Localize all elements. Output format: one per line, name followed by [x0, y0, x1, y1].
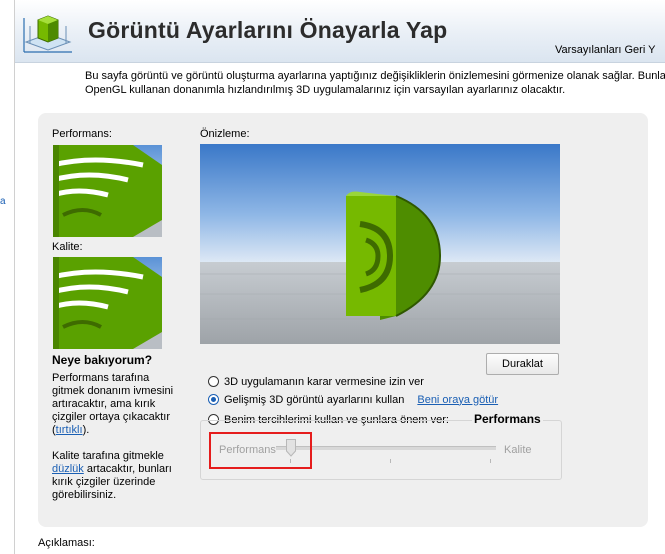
perf-text-end: ).	[82, 424, 90, 436]
slider-right-label: Kalite	[504, 444, 532, 456]
slider-group-title: Performans	[472, 412, 543, 426]
radio-circle-selected[interactable]	[208, 394, 219, 405]
slider-tick	[390, 459, 391, 463]
take-me-there-link[interactable]: Beni oraya götür	[417, 394, 498, 406]
performance-explanation: Performans tarafına gitmek donanım ivmes…	[52, 372, 177, 437]
preview-label: Önizleme:	[200, 128, 250, 140]
radio-use-advanced[interactable]: Gelişmiş 3D görüntü ayarlarını kullan Be…	[208, 392, 498, 407]
slider-tick	[490, 459, 491, 463]
jagged-link[interactable]: tırtıklı	[56, 424, 83, 436]
page-title: Görüntü Ayarlarını Önayarla Yap	[88, 17, 448, 43]
page-description: Bu sayfa görüntü ve görüntü oluşturma ay…	[85, 69, 665, 97]
performance-label: Performans:	[52, 128, 112, 140]
nvidia-3d-settings-icon	[23, 15, 72, 53]
description-footer-label: Açıklaması:	[38, 537, 95, 549]
radio-circle[interactable]	[208, 376, 219, 387]
highlight-box	[209, 432, 312, 469]
sidebar-edge-glyph: a	[0, 196, 6, 207]
quality-explanation: Kalite tarafına gitmekle düzlük artacakt…	[52, 450, 177, 502]
smoothness-link[interactable]: düzlük	[52, 463, 84, 475]
left-sidebar: a	[0, 0, 15, 554]
description-line-2: OpenGL kullanan donanımla hızlandırılmış…	[85, 84, 566, 96]
radio-use-advanced-label: Gelişmiş 3D görüntü ayarlarını kullan	[224, 393, 405, 406]
performance-thumbnail	[53, 145, 162, 237]
description-line-1: Bu sayfa görüntü ve görüntü oluşturma ay…	[85, 70, 665, 82]
radio-let-app-decide-label: 3D uygulamanın karar vermesine izin ver	[224, 375, 424, 388]
quality-thumbnail	[53, 257, 162, 349]
pause-button[interactable]: Duraklat	[486, 353, 559, 375]
radio-let-app-decide[interactable]: 3D uygulamanın karar vermesine izin ver	[208, 374, 424, 389]
qual-text: Kalite tarafına gitmekle	[52, 450, 164, 462]
quality-label: Kalite:	[52, 241, 83, 253]
preview-render	[200, 144, 560, 344]
restore-defaults-link[interactable]: Varsayılanları Geri Y	[555, 44, 655, 56]
what-am-i-looking-at-heading: Neye bakıyorum?	[52, 353, 153, 367]
